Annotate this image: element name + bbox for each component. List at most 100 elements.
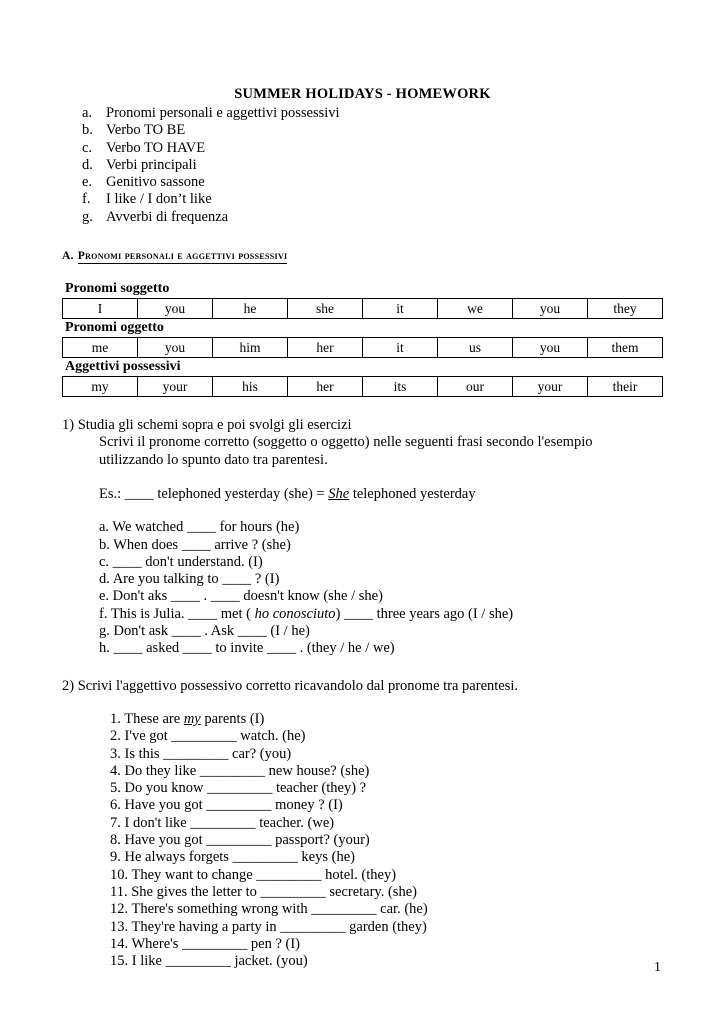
- example-tail: telephoned yesterday: [349, 485, 476, 502]
- exercise-1-items: a. We watched ____ for hours (he) b. Whe…: [62, 519, 663, 657]
- item-1-answer: my: [183, 710, 201, 727]
- table-cell: its: [362, 376, 438, 398]
- list-item: 6. Have you got _________ money ? (I): [110, 797, 343, 814]
- list-item: 1. These are my parents (I): [110, 711, 663, 728]
- table-cell: you: [137, 298, 213, 320]
- list-item: 12. There's something wrong with _______…: [110, 901, 428, 918]
- list-item: 5. Do you know _________ teacher (they) …: [110, 780, 367, 797]
- list-item: 4. Do they like _________ new house? (sh…: [110, 762, 370, 779]
- table-cell: they: [587, 298, 663, 320]
- list-item: a. We watched ____ for hours (he): [99, 519, 300, 536]
- table-cell: her: [287, 337, 363, 359]
- table-cell: me: [62, 337, 138, 359]
- table-cell: your: [137, 376, 213, 398]
- section-heading: A. Pronomi personali e aggettivi possess…: [62, 250, 663, 265]
- list-item: h. ____ asked ____ to invite ____ . (the…: [99, 640, 395, 657]
- table-cell: I: [62, 298, 138, 320]
- item-1-tail: parents (I): [200, 710, 265, 727]
- list-item: f. I like / I don’t like: [82, 191, 663, 208]
- table-cell: their: [587, 376, 663, 398]
- list-item: a. Pronomi personali e aggettivi possessi…: [82, 105, 663, 122]
- table-cell: him: [212, 337, 288, 359]
- list-item: c. ____ don't understand. (I): [99, 553, 263, 570]
- list-item: 14. Where's _________ pen ? (I): [110, 935, 300, 952]
- item-f-part-2: ) ____ three years ago (I / she): [335, 605, 514, 622]
- list-label: I like / I don’t like: [106, 191, 212, 208]
- list-item: 8. Have you got _________ passport? (you…: [110, 832, 370, 849]
- exercise-2-items: 1. These are my parents (I) 2. I've got …: [62, 711, 663, 970]
- exercise-1-example: Es.: ____ telephoned yesterday (she) = S…: [99, 486, 663, 503]
- list-item: b. Verbo TO BE: [82, 122, 663, 139]
- list-item: c. Verbo TO HAVE: [82, 140, 663, 157]
- section-letter: A.: [62, 250, 74, 263]
- section-heading-text: Pronomi personali e aggettivi possessivi: [77, 250, 288, 265]
- list-marker: c.: [82, 139, 93, 156]
- exercise-1-instruction-line-2: utilizzando lo spunto dato tra parentesi…: [99, 451, 328, 468]
- table-row: I you he she it we you they: [62, 298, 663, 320]
- table-cell: it: [362, 337, 438, 359]
- list-marker: g.: [82, 208, 93, 225]
- table-label-object: Pronomi oggetto: [65, 320, 164, 336]
- item-1-lead: 1. These are: [110, 710, 184, 727]
- list-item: 15. I like _________ jacket. (you): [110, 953, 308, 970]
- list-label: Verbo TO HAVE: [106, 139, 206, 156]
- exercise-1-title: 1) Studia gli schemi sopra e poi svolgi …: [62, 417, 352, 434]
- list-item: f. This is Julia. ____ met ( ho conosciu…: [99, 606, 663, 623]
- list-item: 7. I don't like _________ teacher. (we): [110, 814, 335, 831]
- list-marker: e.: [82, 174, 93, 191]
- table-cell: our: [437, 376, 513, 398]
- list-marker: f.: [82, 191, 91, 208]
- item-f-italic-gloss: ho conosciuto: [254, 605, 336, 622]
- list-item: 10. They want to change _________ hotel.…: [110, 866, 397, 883]
- list-item: g. Avverbi di frequenza: [82, 209, 663, 226]
- table-cell: her: [287, 376, 363, 398]
- exercise-2: 2) Scrivi l'aggettivo possessivo corrett…: [62, 678, 663, 971]
- table-cell: us: [437, 337, 513, 359]
- table-cell: it: [362, 298, 438, 320]
- list-marker: d.: [82, 156, 93, 173]
- table-cell: you: [512, 298, 588, 320]
- list-marker: a.: [82, 105, 93, 121]
- list-label: Verbo TO BE: [106, 122, 186, 139]
- table-cell: you: [512, 337, 588, 359]
- list-item: e. Don't aks ____ . ____ doesn't know (s…: [99, 588, 383, 605]
- table-object-pronouns: me you him her it us you them: [62, 337, 663, 359]
- list-label: Pronomi personali e aggettivi possessivi: [106, 105, 340, 121]
- example-lead: Es.: ____ telephoned yesterday (she) =: [99, 485, 329, 502]
- page-title: SUMMER HOLIDAYS - HOMEWORK: [234, 86, 491, 102]
- list-label: Verbi principali: [106, 156, 197, 173]
- page-number: 1: [654, 960, 661, 975]
- list-item: b. When does ____ arrive ? (she): [99, 536, 291, 553]
- list-item: 2. I've got _________ watch. (he): [110, 728, 306, 745]
- table-cell: he: [212, 298, 288, 320]
- table-label-possessive: Aggettivi possessivi: [65, 359, 181, 375]
- list-item: d. Verbi principali: [82, 157, 663, 174]
- list-marker: b.: [82, 122, 93, 139]
- exercise-1-instruction-line-1: Scrivi il pronome corretto (soggetto o o…: [99, 434, 593, 451]
- table-cell: we: [437, 298, 513, 320]
- table-cell: his: [212, 376, 288, 398]
- document-page: SUMMER HOLIDAYS - HOMEWORK a. Pronomi per…: [0, 0, 725, 1024]
- list-item: g. Don't ask ____ . Ask ____ (I / he): [99, 623, 310, 640]
- exercise-2-title: 2) Scrivi l'aggettivo possessivo corrett…: [62, 677, 519, 694]
- table-row: my your his her its our your their: [62, 376, 663, 398]
- example-answer: She: [328, 485, 350, 502]
- table-cell: she: [287, 298, 363, 320]
- table-row: me you him her it us you them: [62, 337, 663, 359]
- list-item: e. Genitivo sassone: [82, 174, 663, 191]
- topic-list: a. Pronomi personali e aggettivi possessi…: [62, 105, 663, 226]
- table-label-subject: Pronomi soggetto: [65, 281, 170, 297]
- table-cell: your: [512, 376, 588, 398]
- table-possessive-adjectives: my your his her its our your their: [62, 376, 663, 398]
- table-subject-pronouns: I you he she it we you they: [62, 298, 663, 320]
- exercise-1: 1) Studia gli schemi sopra e poi svolgi …: [62, 417, 663, 658]
- table-cell: them: [587, 337, 663, 359]
- list-item: 13. They're having a party in _________ …: [110, 918, 427, 935]
- list-item: 3. Is this _________ car? (you): [110, 745, 292, 762]
- list-label: Genitivo sassone: [106, 174, 205, 191]
- table-cell: you: [137, 337, 213, 359]
- pronoun-tables: Pronomi soggetto I you he she it we you …: [62, 281, 663, 398]
- list-item: d. Are you talking to ____ ? (I): [99, 571, 280, 588]
- item-f-part-1: f. This is Julia. ____ met (: [99, 605, 255, 622]
- list-item: 9. He always forgets _________ keys (he): [110, 849, 355, 866]
